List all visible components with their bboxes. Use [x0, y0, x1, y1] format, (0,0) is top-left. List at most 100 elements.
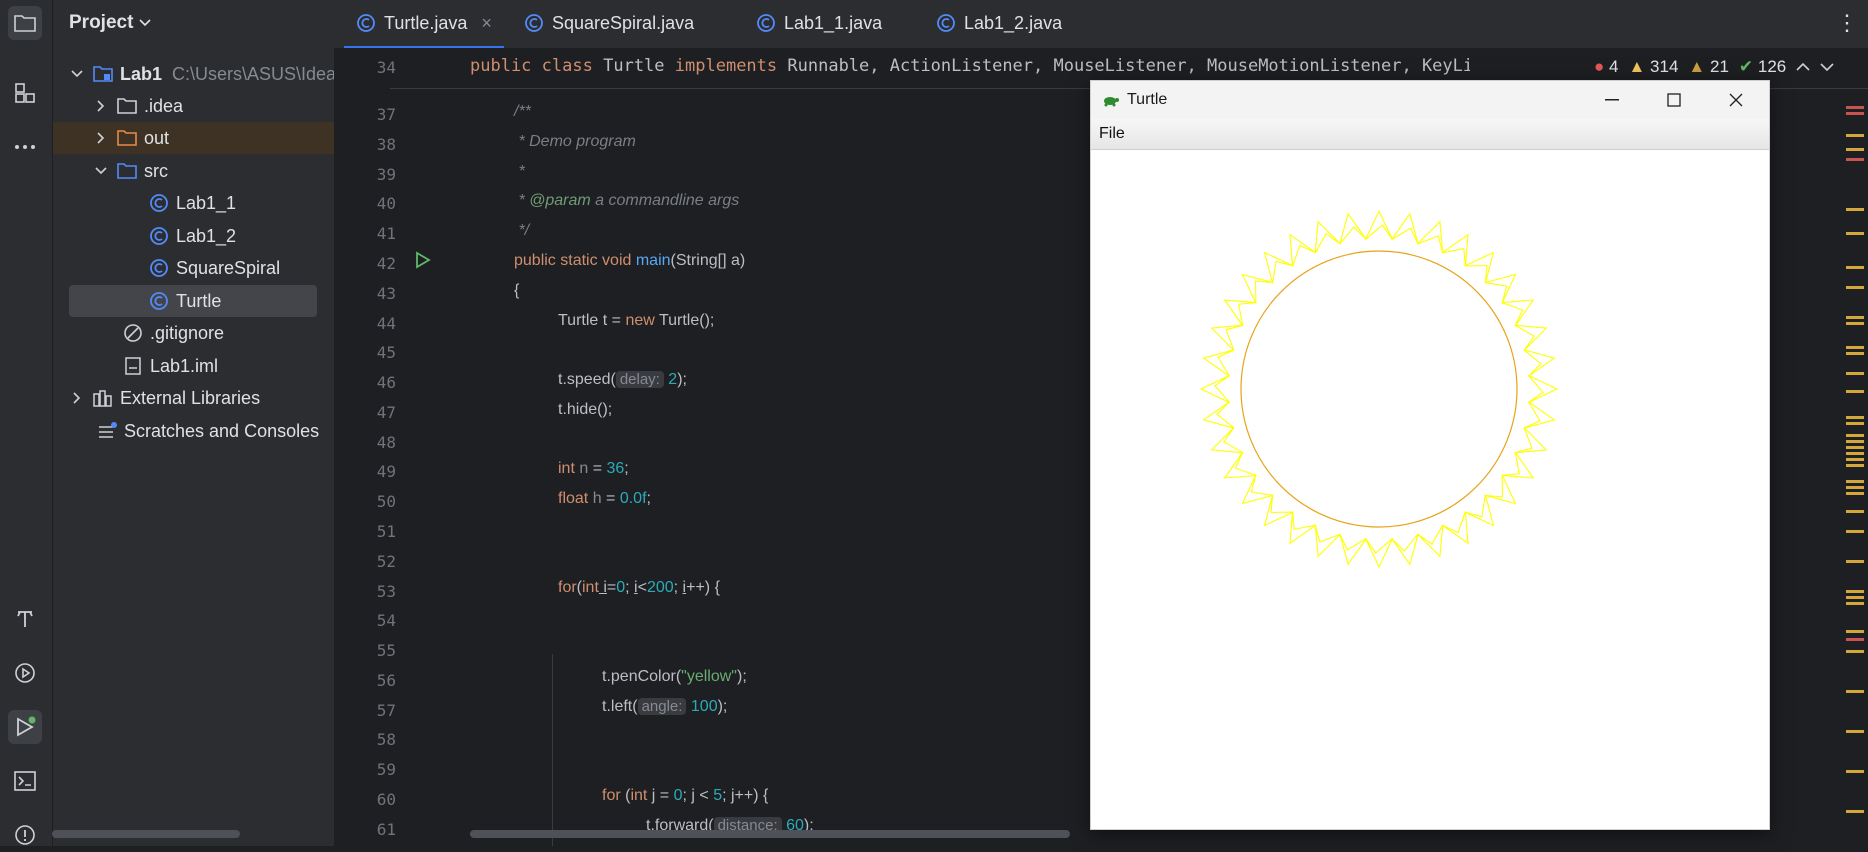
tab-lab1-1-java[interactable]: Lab1_1.java — [744, 0, 894, 46]
more-tabs-icon[interactable]: ⋮ — [1824, 0, 1868, 46]
chevron-up-icon[interactable] — [1796, 62, 1810, 72]
turtle-ray — [1484, 273, 1517, 304]
editor-scrollbar[interactable] — [470, 830, 1070, 838]
chevron-down-icon[interactable] — [93, 163, 109, 179]
chevron-down-icon[interactable] — [69, 66, 85, 82]
turtle-ray — [1223, 299, 1257, 327]
line-number: 50 — [376, 492, 396, 511]
code-token: ++) { — [686, 579, 720, 596]
ok-count-value: 126 — [1757, 57, 1787, 76]
code-token: 0 — [616, 579, 626, 596]
line-number: 55 — [376, 641, 396, 660]
turtle-window-titlebar[interactable]: Turtle — [1091, 81, 1769, 119]
run-icon[interactable] — [8, 710, 42, 744]
turtle-ray — [1391, 533, 1419, 566]
code-line: public static void main(String[] a) — [514, 252, 745, 270]
code-token: * — [514, 192, 530, 209]
turtle-app-icon — [1104, 97, 1119, 107]
code-text: /** * Demo program * * @param a commandl… — [470, 48, 1090, 846]
code-token: Runnable, ActionListener, MouseListener,… — [787, 56, 1470, 76]
turtle-ray — [1289, 511, 1317, 545]
code-line: t.penColor("yellow"); — [602, 668, 747, 686]
close-icon[interactable]: × — [481, 13, 492, 34]
code-line: for(int i=0; i<200; i++) { — [558, 579, 720, 597]
tree-item-label: Turtle — [176, 290, 222, 311]
tree-item-scratches[interactable]: Scratches and Consoles — [53, 415, 378, 447]
structure-icon[interactable] — [8, 76, 42, 110]
tab-squarespiral-java[interactable]: SquareSpiral.java — [512, 0, 706, 46]
inspection-widget[interactable]: ● 4 ▲ 314 ▲ 21 ✔ 126 — [1594, 57, 1834, 77]
tree-item-turtle[interactable]: Turtle — [69, 285, 317, 317]
code-token: public static void — [514, 252, 636, 269]
code-token: t.left( — [602, 698, 638, 715]
java-class-icon — [757, 14, 775, 32]
tree-item-lab1[interactable]: Lab1 C:\Users\ASUS\Idea — [53, 58, 350, 90]
code-token: ); — [717, 698, 728, 715]
turtle-ray — [1339, 533, 1367, 566]
turtle-ray — [1210, 427, 1244, 454]
more-icon[interactable] — [8, 130, 42, 164]
build-icon[interactable] — [8, 602, 42, 636]
menu-file[interactable]: File — [1099, 125, 1125, 143]
turtle-ray — [1202, 401, 1235, 429]
turtle-ray — [1514, 324, 1548, 351]
turtle-ray — [1391, 212, 1419, 245]
turtle-ray — [1199, 375, 1231, 403]
line-number: 47 — [376, 403, 396, 422]
line-number: 40 — [376, 194, 396, 213]
project-scrollbar[interactable] — [52, 830, 240, 838]
code-token: ; — [625, 579, 635, 596]
code-token: ; — [673, 579, 683, 596]
line-number: 61 — [376, 820, 396, 839]
ok-count: ✔ 126 — [1738, 57, 1787, 76]
error-count: ● 4 — [1594, 57, 1619, 76]
turtle-ray — [1484, 474, 1517, 505]
minimize-button[interactable] — [1581, 81, 1643, 119]
folder-icon[interactable] — [8, 6, 42, 40]
tab-turtle-java[interactable]: Turtle.java × — [344, 0, 504, 49]
line-number: 58 — [376, 730, 396, 749]
line-number: 34 — [376, 58, 396, 77]
project-title-label: Project — [69, 12, 134, 33]
code-token: "yellow" — [681, 668, 737, 685]
project-title[interactable]: Project — [69, 12, 151, 34]
tree-item-src[interactable]: src — [53, 155, 374, 187]
project-panel: Project Lab1 C:\Users\ASUS\Idea .idea ou… — [53, 0, 336, 846]
code-line: * @param a commandline args — [514, 192, 739, 210]
run-gutter-icon[interactable] — [414, 251, 432, 269]
chevron-right-icon[interactable] — [93, 98, 109, 114]
code-line: float h = 0.0f; — [558, 490, 651, 508]
error-stripe[interactable] — [1838, 90, 1868, 846]
tab-lab1-2-java[interactable]: Lab1_2.java — [924, 0, 1074, 46]
code-line: for (int j = 0; j < 5; j++) { — [602, 787, 768, 805]
turtle-ray — [1417, 220, 1444, 254]
chevron-right-icon[interactable] — [93, 130, 109, 146]
maximize-button[interactable] — [1643, 81, 1705, 119]
chevron-down-icon[interactable] — [1820, 62, 1834, 72]
tree-item-out[interactable]: out — [53, 122, 334, 154]
chevron-right-icon[interactable] — [69, 390, 85, 406]
turtle-canvas[interactable] — [1091, 151, 1769, 829]
close-window-button[interactable] — [1705, 81, 1767, 119]
line-number: 53 — [376, 582, 396, 601]
java-class-icon — [149, 227, 169, 245]
java-class-icon — [149, 292, 169, 310]
terminal-icon[interactable] — [8, 764, 42, 798]
line-number: 41 — [376, 224, 396, 243]
code-token: = — [606, 579, 617, 596]
turtle-ray — [1241, 474, 1274, 505]
tree-item-external-libraries[interactable]: External Libraries — [53, 382, 350, 414]
editor-tabs: Turtle.java × SquareSpiral.java Lab1_1.j… — [334, 0, 1868, 49]
code-token: ; — [624, 460, 629, 477]
weak-warning-count-value: 21 — [1709, 57, 1729, 76]
line-number: 38 — [376, 135, 396, 154]
services-icon[interactable] — [8, 656, 42, 690]
turtle-window[interactable]: Turtle File — [1090, 80, 1770, 830]
turtle-ray — [1501, 299, 1535, 327]
problems-icon[interactable] — [8, 818, 42, 852]
line-number: 45 — [376, 343, 396, 362]
turtle-ray — [1314, 524, 1341, 558]
turtle-ray — [1263, 251, 1294, 284]
tree-item-idea[interactable]: .idea — [53, 90, 374, 122]
code-token: 2 — [668, 371, 678, 388]
